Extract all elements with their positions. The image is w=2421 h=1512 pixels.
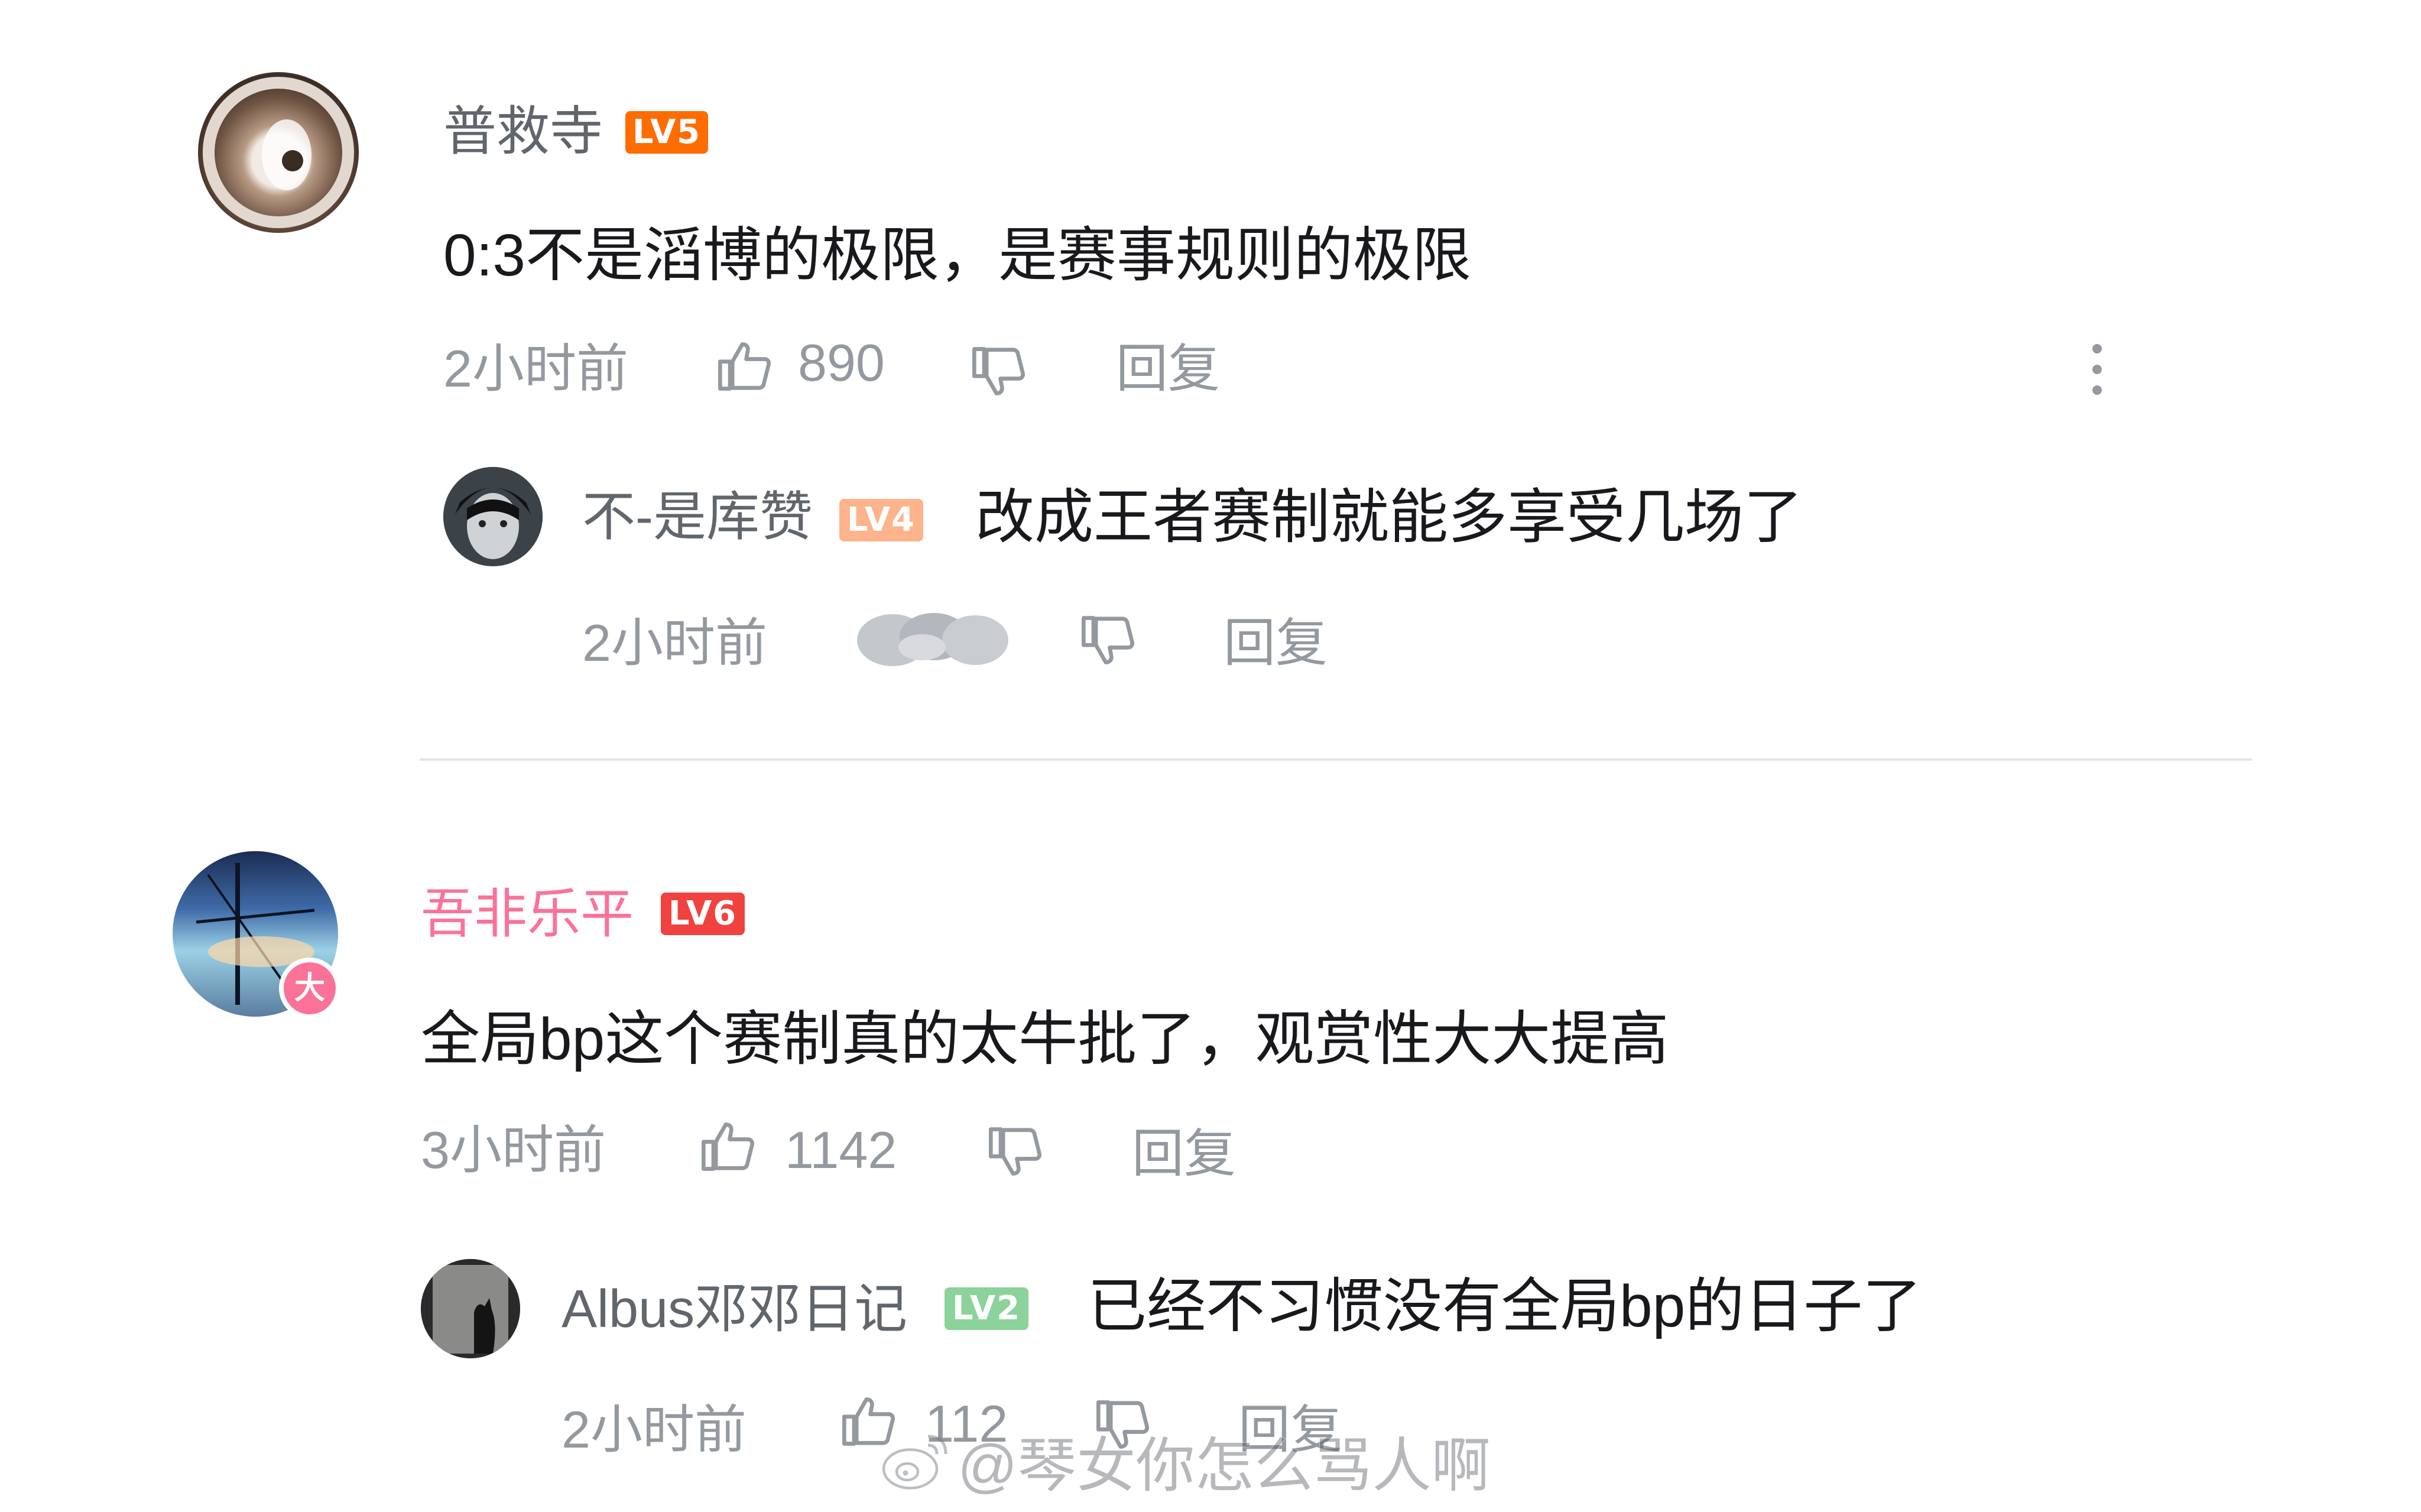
avatar[interactable] bbox=[198, 72, 359, 233]
level-badge: LV5 bbox=[625, 111, 708, 154]
reply-content: 改成王者赛制就能多享受几场了 bbox=[975, 484, 1803, 550]
avatar-image bbox=[421, 1259, 520, 1358]
like-count: 1142 bbox=[785, 1121, 897, 1179]
level-badge: LV2 bbox=[945, 1287, 1028, 1330]
comment-content: 0:3不是滔博的极限，是赛事规则的极限 bbox=[443, 222, 1472, 288]
username[interactable]: 吾非乐平 bbox=[421, 888, 634, 941]
reply-button[interactable]: 回复 bbox=[1116, 343, 1220, 395]
vip-badge-label: 大 bbox=[294, 971, 325, 1005]
thumbs-up-icon bbox=[718, 342, 771, 391]
reply-content: 已经不习惯没有全局bp的日子了 bbox=[1088, 1273, 1922, 1339]
like-button[interactable] bbox=[699, 1117, 758, 1179]
blurred-like-area bbox=[857, 613, 1008, 666]
thumbs-up-icon bbox=[702, 1122, 754, 1171]
reply-button[interactable]: 回复 bbox=[1132, 1128, 1236, 1180]
avatar[interactable] bbox=[443, 467, 543, 566]
dislike-button[interactable] bbox=[1079, 611, 1138, 673]
dislike-button[interactable] bbox=[986, 1122, 1045, 1184]
comment-time: 2小时前 bbox=[443, 339, 628, 398]
username[interactable]: 普救寺 bbox=[443, 105, 603, 158]
weibo-logo-icon bbox=[881, 1435, 947, 1491]
reply-button[interactable]: 回复 bbox=[1224, 617, 1328, 669]
thumbs-down-icon bbox=[989, 1127, 1041, 1176]
level-badge: LV6 bbox=[661, 893, 745, 935]
avatar-image bbox=[443, 467, 543, 566]
username[interactable]: 不-是库赞 bbox=[582, 491, 813, 544]
like-count: 890 bbox=[798, 333, 885, 392]
comment-content: 全局bp这个赛制真的太牛批了，观赏性大大提高 bbox=[421, 1006, 1669, 1072]
watermark: @琴女你怎么骂人啊 bbox=[881, 1419, 1491, 1501]
level-badge: LV4 bbox=[839, 499, 923, 541]
like-button[interactable] bbox=[857, 606, 1011, 674]
username[interactable]: Albus邓邓日记 bbox=[562, 1283, 907, 1336]
watermark-text: @琴女你怎么骂人啊 bbox=[957, 1432, 1491, 1500]
dislike-button[interactable] bbox=[969, 342, 1028, 404]
reply-time: 2小时前 bbox=[562, 1400, 747, 1459]
avatar-image bbox=[203, 77, 354, 228]
reply-time: 2小时前 bbox=[582, 614, 767, 672]
vip-badge: 大 bbox=[279, 958, 340, 1019]
thumbs-down-icon bbox=[1082, 616, 1134, 664]
more-options-icon[interactable] bbox=[2086, 343, 2108, 399]
like-button[interactable] bbox=[715, 337, 774, 399]
comment-time: 3小时前 bbox=[421, 1121, 606, 1179]
avatar[interactable] bbox=[421, 1259, 520, 1358]
thumbs-down-icon bbox=[972, 347, 1025, 395]
divider bbox=[420, 758, 2252, 761]
